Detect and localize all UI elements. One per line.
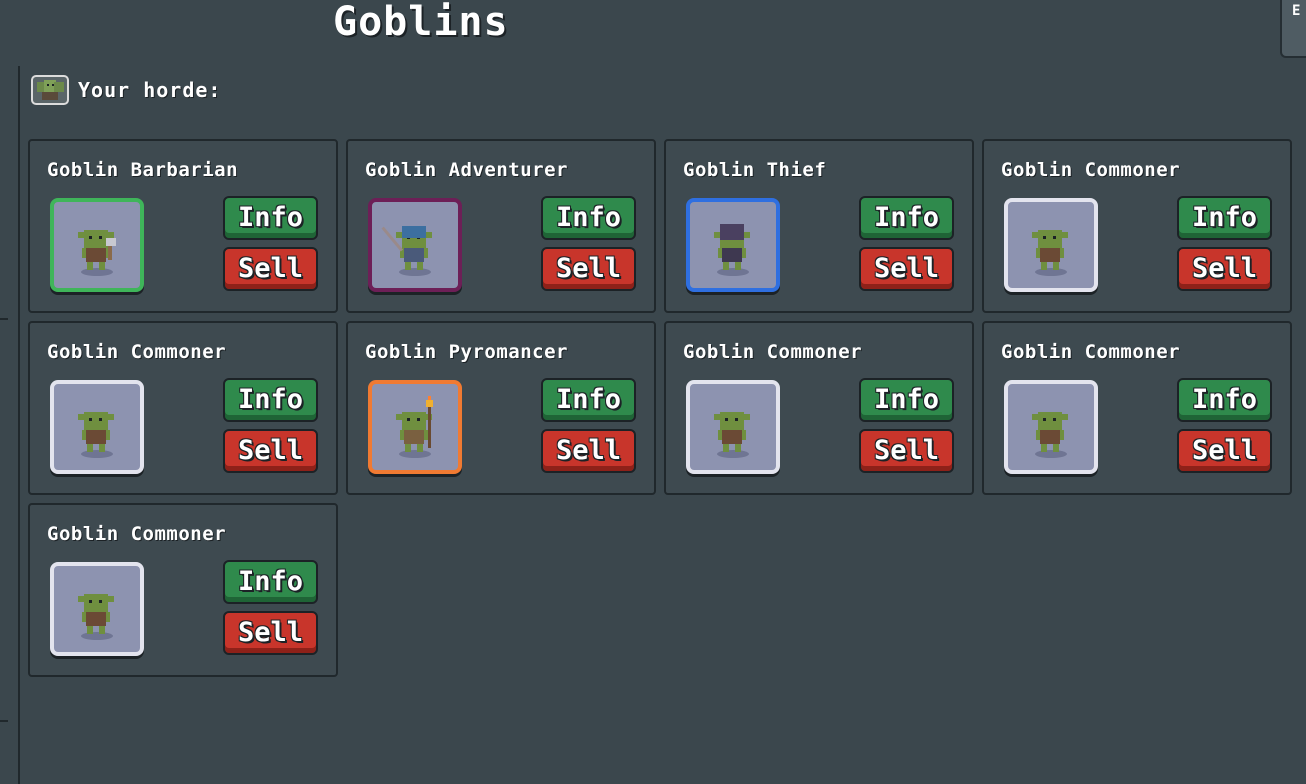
goblin-name: Goblin Thief: [683, 159, 827, 181]
goblin-name: Goblin Adventurer: [365, 159, 568, 181]
goblin-group-icon: [30, 72, 70, 108]
info-button[interactable]: Info: [1177, 196, 1272, 240]
left-divider-tick: [0, 318, 8, 320]
page-title: Goblins: [333, 0, 509, 45]
sell-button[interactable]: Sell: [541, 247, 636, 291]
goblin-name: Goblin Commoner: [1001, 341, 1181, 363]
sell-button[interactable]: Sell: [859, 429, 954, 473]
left-divider: [18, 66, 20, 784]
goblin-card: Goblin Commoner Info Sell: [664, 321, 974, 495]
goblin-card: Goblin Commoner Info Sell: [28, 503, 338, 677]
goblin-name: Goblin Commoner: [47, 523, 227, 545]
sell-button[interactable]: Sell: [223, 611, 318, 655]
info-button[interactable]: Info: [541, 196, 636, 240]
sell-button[interactable]: Sell: [223, 429, 318, 473]
goblin-card: Goblin Adventurer Info Sell: [346, 139, 656, 313]
info-button[interactable]: Info: [1177, 378, 1272, 422]
goblin-card: Goblin Pyromancer Info Sell: [346, 321, 656, 495]
info-button[interactable]: Info: [223, 196, 318, 240]
goblin-name: Goblin Commoner: [1001, 159, 1181, 181]
info-button[interactable]: Info: [223, 378, 318, 422]
goblins-screen: Goblins E Your horde: Goblin Barbarian In…: [0, 0, 1306, 784]
goblin-card: Goblin Commoner Info Sell: [982, 321, 1292, 495]
goblin-portrait[interactable]: [686, 198, 780, 292]
goblin-grid: Goblin Barbarian Info Sell Goblin Adventure…: [28, 139, 1298, 677]
goblin-portrait[interactable]: [686, 380, 780, 474]
info-button[interactable]: Info: [223, 560, 318, 604]
goblin-card: Goblin Thief Info Sell: [664, 139, 974, 313]
goblin-portrait[interactable]: [50, 198, 144, 292]
corner-menu-button[interactable]: E: [1280, 0, 1306, 58]
sell-button[interactable]: Sell: [541, 429, 636, 473]
info-button[interactable]: Info: [859, 378, 954, 422]
goblin-card: Goblin Commoner Info Sell: [982, 139, 1292, 313]
goblin-name: Goblin Pyromancer: [365, 341, 568, 363]
goblin-name: Goblin Commoner: [683, 341, 863, 363]
goblin-portrait[interactable]: [1004, 198, 1098, 292]
goblin-portrait[interactable]: [50, 562, 144, 656]
horde-label: Your horde:: [78, 78, 222, 102]
info-button[interactable]: Info: [541, 378, 636, 422]
sell-button[interactable]: Sell: [1177, 247, 1272, 291]
info-button[interactable]: Info: [859, 196, 954, 240]
sell-button[interactable]: Sell: [223, 247, 318, 291]
goblin-portrait[interactable]: [368, 380, 462, 474]
horde-header: Your horde:: [30, 72, 221, 108]
goblin-card: Goblin Barbarian Info Sell: [28, 139, 338, 313]
goblin-name: Goblin Commoner: [47, 341, 227, 363]
goblin-portrait[interactable]: [50, 380, 144, 474]
goblin-portrait[interactable]: [368, 198, 462, 292]
goblin-card: Goblin Commoner Info Sell: [28, 321, 338, 495]
sell-button[interactable]: Sell: [859, 247, 954, 291]
left-divider-tick: [0, 720, 8, 722]
goblin-portrait[interactable]: [1004, 380, 1098, 474]
goblin-name: Goblin Barbarian: [47, 159, 239, 181]
sell-button[interactable]: Sell: [1177, 429, 1272, 473]
